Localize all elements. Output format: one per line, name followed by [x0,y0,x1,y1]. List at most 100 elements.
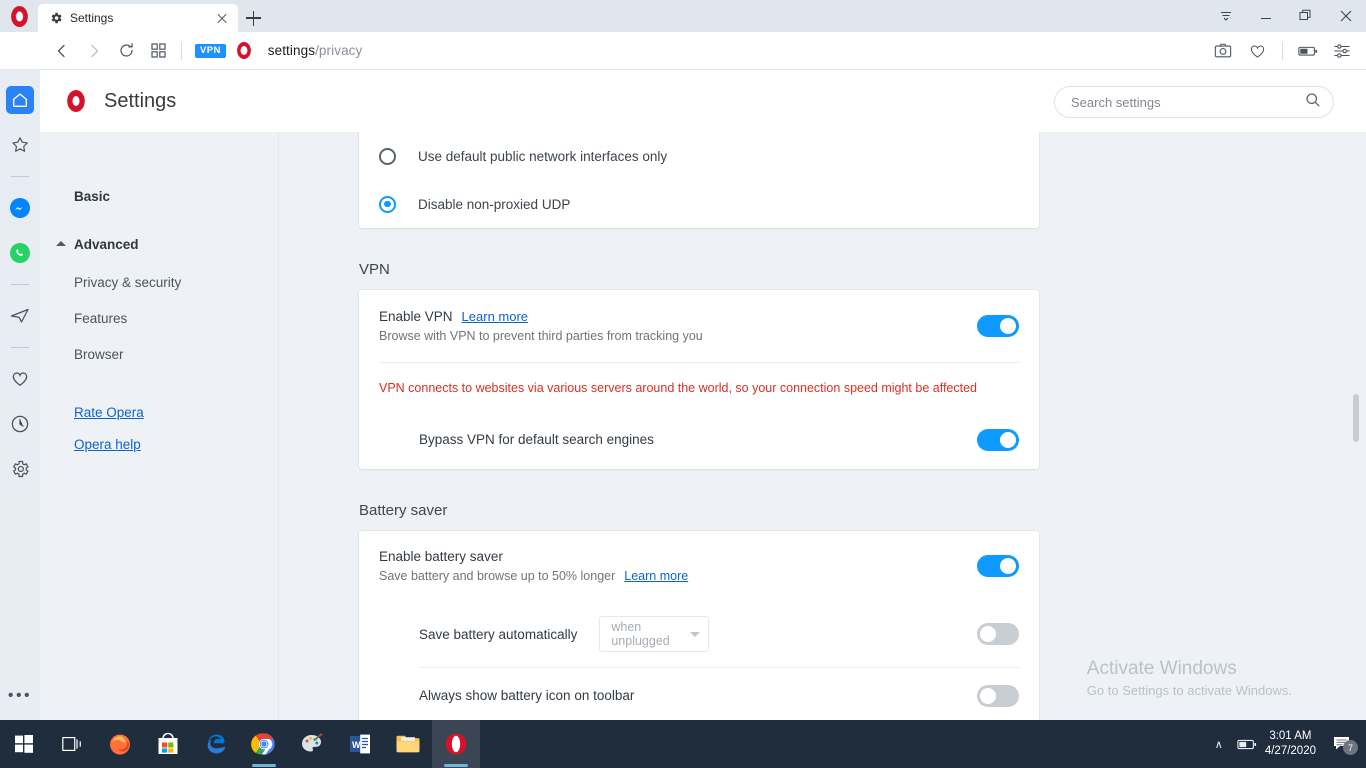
nav-item-label: Features [74,310,128,326]
sidebar-item-whatsapp[interactable] [6,239,34,267]
windows-taskbar: W ∧ 3:01 AM 4/27/2020 7 [0,720,1366,768]
row-text: Enable battery saver Save battery and br… [379,549,977,583]
learn-more-link[interactable]: Learn more [462,309,528,324]
chrome-icon[interactable] [240,720,288,768]
radio-row-disable-udp[interactable]: Disable non-proxied UDP [359,180,1039,228]
save-battery-automatically-select[interactable]: when unplugged [599,616,710,652]
radio-icon[interactable] [379,147,396,165]
radio-icon-selected[interactable] [379,195,396,213]
sidebar-item-speed-dial[interactable] [6,131,34,159]
show-hidden-icons-button[interactable]: ∧ [1209,738,1229,751]
minimize-icon[interactable] [1246,0,1286,32]
notifications-button[interactable]: 7 [1324,720,1360,768]
taskbar-clock[interactable]: 3:01 AM 4/27/2020 [1265,729,1316,759]
heart-icon[interactable] [1241,35,1273,67]
system-tray: ∧ 3:01 AM 4/27/2020 7 [1209,720,1366,768]
vpn-badge[interactable]: VPN [195,43,226,58]
nav-group-advanced[interactable]: Advanced [40,228,278,260]
paint-icon[interactable] [288,720,336,768]
sidebar-item-settings[interactable] [6,455,34,483]
nav-item-label: Privacy & security [74,274,182,290]
settings-page: Settings Basic Adv [40,70,1366,720]
back-icon[interactable] [46,35,78,67]
firefox-icon[interactable] [96,720,144,768]
divider [11,176,29,177]
row-title-wrap: Enable VPN Learn more [379,309,977,324]
battery-icon[interactable] [1292,35,1324,67]
forward-icon[interactable] [78,35,110,67]
tab-menu-icon[interactable] [1206,0,1246,32]
opera-menu-button[interactable] [0,0,38,32]
radio-label: Use default public network interfaces on… [418,148,668,164]
nav-item-label: Browser [74,346,124,362]
url-text[interactable]: settings/privacy [268,43,363,58]
learn-more-link[interactable]: Learn more [624,569,688,583]
search-input[interactable] [1071,94,1305,110]
sidebar-item-telegram[interactable] [6,302,34,330]
sidebar-item-favorites[interactable] [6,365,34,393]
divider [11,284,29,285]
opera-logo-icon [67,90,85,112]
clock-date: 4/27/2020 [1264,745,1316,757]
start-button[interactable] [0,720,48,768]
speed-dial-icon[interactable] [142,35,174,67]
sidebar-item-features[interactable]: Features [40,300,278,336]
row-sub-wrap: Save battery and browse up to 50% longer… [379,569,977,583]
radio-label: Disable non-proxied UDP [418,196,571,212]
row-text: Bypass VPN for default search engines [419,431,977,449]
bypass-vpn-label: Bypass VPN for default search engines [419,432,654,447]
scrollbar-vertical[interactable] [1353,132,1359,720]
rate-opera-label: Rate Opera [74,404,144,420]
edge-icon[interactable] [192,720,240,768]
enable-vpn-label: Enable VPN [379,309,453,324]
row-text: Enable VPN Learn more Browse with VPN to… [379,309,977,343]
sidebar-more-button[interactable]: ••• [8,688,32,704]
opera-logo-icon [10,5,28,27]
vpn-warning-text: VPN connects to websites via various ser… [379,381,978,395]
search-icon [1305,92,1321,113]
task-view-button[interactable] [48,720,96,768]
section-title-vpn: VPN [359,261,390,278]
divider [11,347,29,348]
file-explorer-icon[interactable] [384,720,432,768]
sidebar-item-home[interactable] [6,86,34,114]
notification-count-badge: 7 [1343,740,1358,755]
enable-battery-saver-sub: Save battery and browse up to 50% longer [379,569,616,583]
rate-opera-link[interactable]: Rate Opera [40,396,278,428]
nav-group-basic[interactable]: Basic [40,180,278,212]
chevron-up-icon [56,241,66,246]
url-path: /privacy [315,43,363,58]
search-settings-box[interactable] [1054,86,1334,118]
snapshot-icon[interactable] [1207,35,1239,67]
save-battery-automatically-toggle[interactable] [977,623,1019,645]
always-show-battery-icon-toggle[interactable] [977,685,1019,707]
scrollbar-thumb[interactable] [1353,394,1359,442]
enable-battery-saver-toggle[interactable] [977,555,1019,577]
radio-row-public-interfaces[interactable]: Use default public network interfaces on… [359,132,1039,180]
row-always-show-battery-icon: Always show battery icon on toolbar [359,668,1039,720]
row-save-battery-automatically: Save battery automatically when unplugge… [359,601,1039,667]
opera-icon[interactable] [432,720,480,768]
new-tab-button[interactable] [238,4,268,32]
microsoft-store-icon[interactable] [144,720,192,768]
sidebar-item-privacy-security[interactable]: Privacy & security [40,264,278,300]
vpn-card: Enable VPN Learn more Browse with VPN to… [359,290,1039,469]
sidebar-item-messenger[interactable] [6,194,34,222]
row-enable-battery-saver: Enable battery saver Save battery and br… [359,531,1039,601]
opera-help-link[interactable]: Opera help [40,428,278,460]
enable-vpn-toggle[interactable] [977,315,1019,337]
row-enable-vpn: Enable VPN Learn more Browse with VPN to… [359,290,1039,362]
sidebar-item-history[interactable] [6,410,34,438]
address-bar-actions [1207,32,1358,70]
browser-tab-settings[interactable]: Settings [38,4,238,32]
easy-setup-icon[interactable] [1326,35,1358,67]
close-icon[interactable] [214,10,230,26]
restore-icon[interactable] [1286,0,1326,32]
chevron-down-icon [690,631,701,637]
sidebar-item-browser[interactable]: Browser [40,336,278,372]
battery-icon[interactable] [1237,738,1257,751]
reload-icon[interactable] [110,35,142,67]
word-icon[interactable]: W [336,720,384,768]
bypass-vpn-toggle[interactable] [977,429,1019,451]
close-icon[interactable] [1326,0,1366,32]
